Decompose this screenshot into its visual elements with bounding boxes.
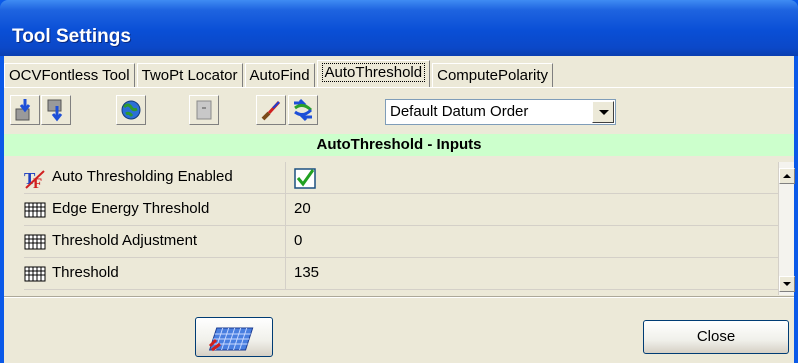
brush-button[interactable] [256, 95, 286, 125]
property-value[interactable]: 0 [294, 232, 302, 249]
tab-autofind[interactable]: AutoFind [244, 63, 315, 87]
checkmark-icon [294, 168, 316, 189]
property-label: Threshold Adjustment [52, 232, 198, 249]
close-button-label: Close [696, 328, 736, 345]
datum-order-select[interactable]: Default Datum Order [385, 99, 616, 125]
export-button[interactable] [41, 95, 71, 125]
import-button[interactable] [10, 95, 40, 125]
vertical-scrollbar[interactable] [778, 162, 795, 295]
property-row[interactable]: Edge Energy Threshold 20 [24, 194, 778, 226]
tab-autothreshold[interactable]: AutoThreshold [316, 60, 431, 88]
tab-label: TwoPt Locator [141, 67, 238, 84]
section-header: AutoThreshold - Inputs [4, 134, 794, 156]
window-title: Tool Settings [12, 26, 131, 47]
property-row[interactable]: TF Auto Thresholding Enabled [24, 162, 778, 194]
property-label: Threshold [52, 264, 119, 281]
globe-button[interactable] [116, 95, 146, 125]
scroll-up-icon[interactable] [779, 168, 795, 184]
brush-icon [261, 100, 281, 121]
tool-settings-window: Tool Settings OCVFontless Tool TwoPt Loc… [0, 0, 798, 363]
property-row[interactable]: Threshold 135 [24, 258, 778, 290]
client-area: OCVFontless Tool TwoPt Locator AutoFind … [4, 56, 795, 363]
title-bar[interactable]: Tool Settings [0, 0, 798, 56]
tab-label: OCVFontless Tool [9, 67, 130, 84]
scroll-down-icon[interactable] [779, 276, 795, 292]
auto-thresholding-checkbox[interactable] [294, 167, 318, 193]
keyboard-icon [24, 233, 46, 256]
tab-strip: OCVFontless Tool TwoPt Locator AutoFind … [4, 60, 555, 88]
globe-icon [121, 100, 141, 120]
cycle-icon [294, 98, 313, 122]
close-button[interactable]: Close [643, 320, 789, 354]
tab-twopt-locator[interactable]: TwoPt Locator [136, 63, 243, 87]
tab-ocvfontless-tool[interactable]: OCVFontless Tool [4, 63, 135, 87]
keyboard-icon [24, 265, 46, 288]
tab-label: AutoFind [249, 67, 310, 84]
property-row[interactable]: Threshold Adjustment 0 [24, 226, 778, 258]
keyboard-icon [208, 327, 254, 352]
disabled-page-icon [196, 100, 212, 120]
disabled-page-button[interactable] [189, 95, 219, 125]
property-grid: TF Auto Thresholding Enabled Edge Energy… [4, 162, 795, 295]
tf-icon: TF [24, 169, 46, 194]
divider [4, 296, 794, 298]
toolbar: Default Datum Order [4, 91, 794, 131]
keyboard-button[interactable] [195, 317, 273, 357]
tab-divider [4, 87, 794, 88]
cycle-button[interactable] [288, 95, 318, 125]
chevron-down-icon[interactable] [592, 101, 614, 123]
import-icon [15, 99, 31, 121]
tab-computepolarity[interactable]: ComputePolarity [432, 63, 553, 87]
datum-order-value: Default Datum Order [390, 103, 529, 120]
property-label: Auto Thresholding Enabled [52, 168, 233, 185]
keyboard-icon [24, 201, 46, 224]
tab-label: AutoThreshold [321, 63, 426, 82]
property-value[interactable]: 20 [294, 200, 311, 217]
export-icon [47, 99, 63, 122]
property-label: Edge Energy Threshold [52, 200, 210, 217]
tab-label: ComputePolarity [437, 67, 548, 84]
property-value[interactable]: 135 [294, 264, 319, 281]
